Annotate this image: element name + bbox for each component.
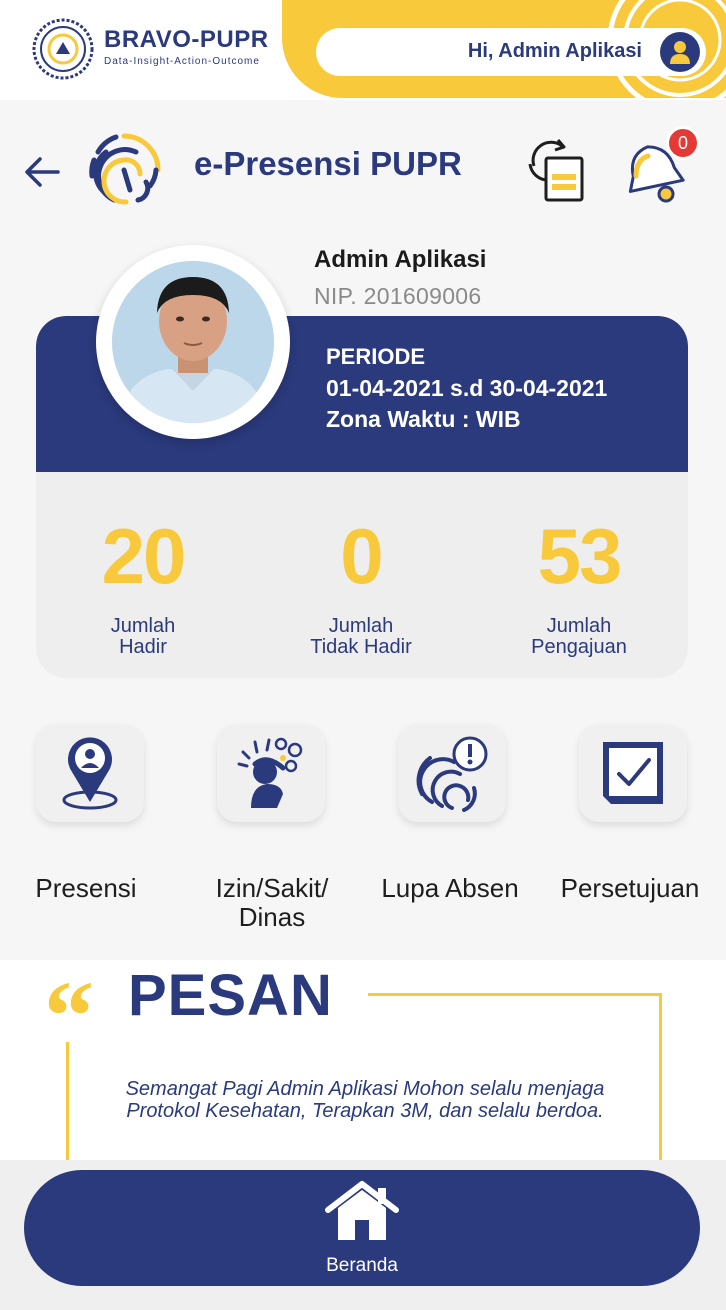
fingerprint-alert-icon xyxy=(416,736,488,812)
message-frame-right xyxy=(659,993,662,1161)
stat-label: Jumlah Hadir xyxy=(110,615,176,658)
fingerprint-logo-icon xyxy=(89,133,161,205)
menu-lupa-absen-label: Lupa Absen xyxy=(381,873,519,903)
menu-persetujuan-button[interactable] xyxy=(579,724,687,822)
message-section xyxy=(0,960,726,1160)
time-zone: Zona Waktu : WIB xyxy=(326,406,521,432)
menu-presensi-button[interactable] xyxy=(36,724,144,822)
menu-izin-button[interactable] xyxy=(217,724,325,822)
periode-label: PERIODE xyxy=(326,344,426,369)
profile-avatar[interactable] xyxy=(96,245,290,439)
profile-photo xyxy=(112,261,274,423)
checkbox-approval-icon xyxy=(603,742,663,804)
brand-tagline: Data-Insight-Action-Outcome xyxy=(104,56,260,67)
stat-pengajuan: 53 Jumlah Pengajuan xyxy=(494,516,664,658)
page-title: e-Presensi PUPR xyxy=(194,145,462,182)
user-greeting-pill[interactable]: Hi, Admin Aplikasi xyxy=(316,28,706,76)
menu-presensi-label: Presensi xyxy=(35,873,137,903)
user-nip: NIP. 201609006 xyxy=(314,283,482,309)
menu-lupa-absen-button[interactable] xyxy=(398,724,506,822)
stat-label: Jumlah Pengajuan xyxy=(531,615,627,658)
stat-value: 53 xyxy=(537,512,623,600)
quote-mark-icon: “ xyxy=(44,960,94,1071)
stat-label: Jumlah Tidak Hadir xyxy=(310,615,412,658)
back-arrow-icon[interactable] xyxy=(22,150,62,194)
user-name: Admin Aplikasi xyxy=(314,246,487,273)
periode-range: 01-04-2021 s.d 30-04-2021 xyxy=(326,375,608,401)
stat-hadir: 20 Jumlah Hadir xyxy=(58,516,228,658)
message-frame-top xyxy=(368,993,662,996)
user-avatar-icon[interactable] xyxy=(660,32,700,72)
top-app-bar: BRAVO-PUPR Data-Insight-Action-Outcome H… xyxy=(0,0,726,100)
nav-beranda-label[interactable]: Beranda xyxy=(302,1255,422,1277)
sick-person-icon xyxy=(237,737,303,808)
greeting-text: Hi, Admin Aplikasi xyxy=(467,40,642,62)
notification-badge: 0 xyxy=(666,126,700,160)
stat-value: 0 xyxy=(340,512,383,600)
message-title: PESAN xyxy=(128,963,333,1028)
menu-persetujuan-label: Persetujuan xyxy=(560,873,700,903)
message-frame-left xyxy=(66,1042,69,1161)
menu-izin-label: Izin/Sakit/ Dinas xyxy=(215,873,329,932)
brand-name: BRAVO-PUPR xyxy=(104,26,269,53)
bravo-pupr-logo xyxy=(32,18,94,80)
stat-value: 20 xyxy=(101,512,187,600)
location-pin-person-icon xyxy=(62,737,118,810)
refresh-document-icon[interactable] xyxy=(524,136,588,204)
home-icon[interactable] xyxy=(322,1180,402,1242)
message-text: Semangat Pagi Admin Aplikasi Mohon selal… xyxy=(125,1078,605,1122)
stat-tidak-hadir: 0 Jumlah Tidak Hadir xyxy=(276,516,446,658)
